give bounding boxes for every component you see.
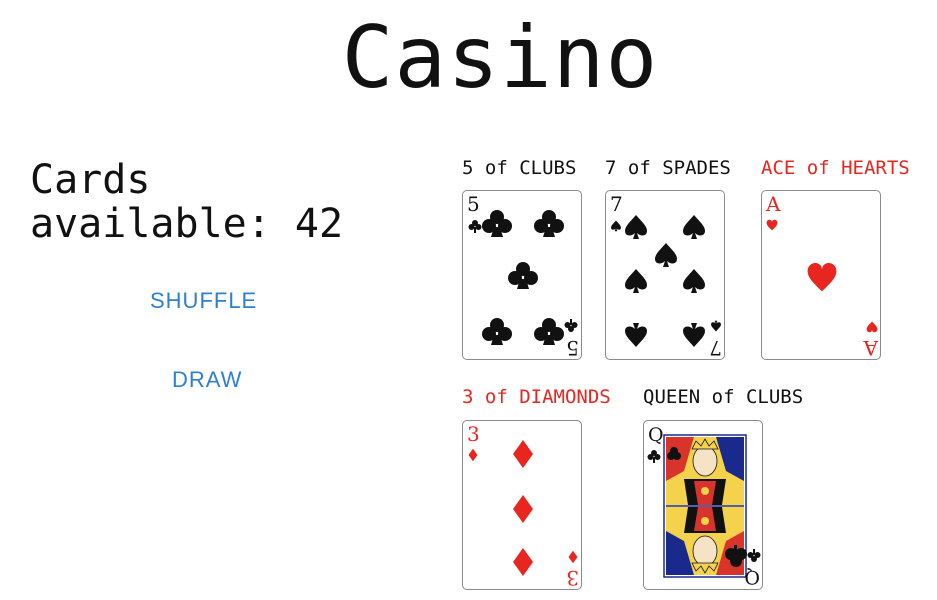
card-rank: 7 — [610, 192, 623, 216]
card-face-ace-hearts: A A — [761, 190, 881, 360]
cards-available-count: 42 — [294, 201, 344, 247]
club-icon — [534, 318, 564, 345]
cards-available-text: Cards available: 42 — [30, 158, 410, 246]
heart-icon — [866, 321, 878, 333]
club-icon — [508, 262, 538, 289]
deck-panel: Cards available: 42 SHUFFLE DRAW — [30, 158, 410, 392]
card-rank: 5 — [467, 192, 480, 216]
spade-icon — [711, 320, 721, 332]
diamond-icon — [513, 495, 533, 523]
diamond-icon — [568, 550, 578, 564]
card-face-queen-clubs: Q Q — [643, 420, 763, 590]
card-face-3-diamonds: 3 3 — [462, 420, 582, 590]
club-icon — [534, 210, 564, 237]
club-icon — [747, 549, 761, 562]
card-rank: A — [863, 336, 879, 360]
spade-icon — [625, 215, 647, 239]
spade-icon — [683, 323, 705, 347]
page-title: Casino — [341, 8, 659, 108]
diamond-icon — [513, 440, 533, 468]
card-face-art: A A — [765, 192, 879, 360]
diamond-icon — [468, 448, 478, 462]
spade-icon — [683, 215, 705, 239]
card-face-5-clubs: 5 5 — [462, 190, 582, 360]
spade-icon — [625, 269, 647, 293]
card-face-art: 3 3 — [467, 422, 579, 590]
card-label: ACE of HEARTS — [761, 157, 910, 179]
card-rank: 7 — [709, 336, 722, 360]
spade-icon — [655, 243, 677, 267]
cards-available-label: Cards available: — [30, 157, 271, 247]
card-label: 7 of SPADES — [605, 157, 731, 179]
diamond-icon — [513, 548, 533, 576]
card-rank: A — [765, 192, 781, 216]
queen-figure-icon — [666, 437, 747, 575]
card-rank: Q — [744, 566, 760, 588]
card-face-art: 7 7 — [610, 192, 722, 360]
club-icon — [564, 319, 578, 332]
draw-button[interactable]: DRAW — [172, 367, 242, 393]
spade-icon — [683, 269, 705, 293]
card-label: 5 of CLUBS — [462, 157, 577, 179]
club-icon — [647, 450, 661, 463]
card-face-art: 5 5 — [467, 192, 579, 360]
heart-icon — [766, 219, 778, 231]
card-rank: 5 — [566, 336, 579, 360]
card-rank: 3 — [566, 566, 579, 590]
card-rank: 3 — [467, 422, 480, 446]
club-icon — [482, 318, 512, 345]
card-face-art: Q Q — [647, 424, 761, 588]
card-label: QUEEN of CLUBS — [643, 386, 804, 408]
spade-icon — [611, 220, 621, 232]
club-icon — [482, 210, 512, 237]
shuffle-button[interactable]: SHUFFLE — [150, 288, 257, 314]
spade-icon — [625, 323, 647, 347]
club-icon — [468, 220, 482, 233]
card-label: 3 of DIAMONDS — [462, 386, 611, 408]
heart-icon — [807, 263, 837, 292]
card-face-7-spades: 7 7 — [605, 190, 725, 360]
card-rank: Q — [648, 424, 664, 446]
